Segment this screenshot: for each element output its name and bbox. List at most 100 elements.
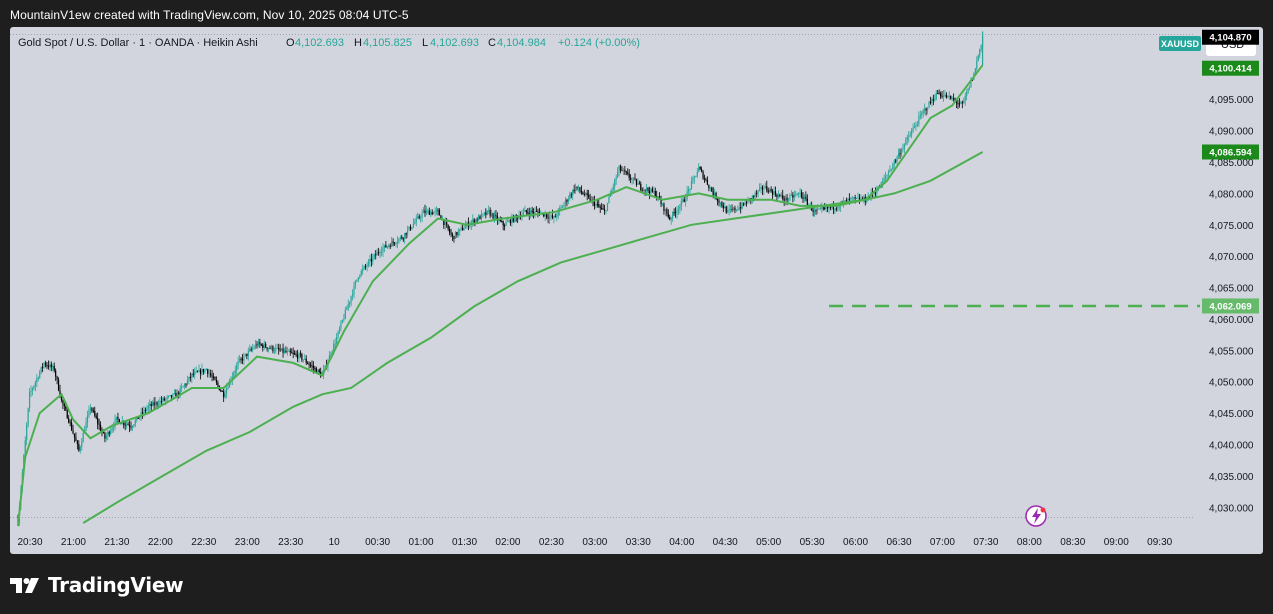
candle-body — [376, 252, 378, 256]
price-chart[interactable]: 4,095.000 4,090.000 4,085.000 4,080.000 4,07… — [10, 27, 1263, 554]
candle-body — [430, 212, 432, 215]
ohlc-open: 4,102.693 — [295, 37, 344, 49]
candle-body — [369, 258, 371, 262]
candle-body — [308, 363, 310, 365]
candle-body — [259, 342, 261, 345]
tradingview-brand[interactable]: TradingView — [10, 570, 184, 600]
candle-body — [314, 368, 316, 370]
candle-body — [307, 362, 309, 364]
candle-body — [637, 183, 639, 185]
candle-body — [50, 364, 52, 368]
candle-body — [743, 203, 745, 205]
candle-body — [919, 114, 921, 117]
candle-body — [964, 95, 966, 101]
candle-body — [941, 95, 943, 97]
x-tick-label: 04:30 — [713, 537, 738, 548]
candle-body — [488, 210, 490, 212]
candle-body — [157, 404, 160, 406]
candle-body — [170, 395, 173, 398]
candle-body — [757, 190, 759, 194]
x-tick-label: 22:00 — [148, 537, 173, 548]
candle-body — [304, 358, 306, 360]
candle-body — [153, 402, 155, 406]
candle-body — [388, 245, 390, 247]
candle-body — [544, 214, 546, 217]
candle-body — [931, 99, 933, 104]
candle-body — [418, 216, 420, 218]
candle-body — [583, 194, 585, 196]
candle-body — [46, 365, 48, 367]
ohlc-high: 4,105.825 — [363, 37, 412, 49]
candle-body — [221, 390, 223, 392]
candle-body — [522, 211, 525, 215]
candle-body — [908, 136, 910, 138]
lightning-icon[interactable] — [1025, 505, 1047, 527]
candle-body — [615, 177, 617, 180]
candle-body — [851, 197, 853, 199]
candle-body — [874, 192, 877, 194]
candle-body — [411, 227, 413, 230]
candle-body — [621, 170, 623, 172]
candle-body — [813, 210, 816, 212]
candle-body — [980, 44, 982, 50]
candle-body — [937, 92, 939, 94]
candle-body — [651, 188, 653, 192]
candle-body — [576, 186, 578, 188]
candle-body — [359, 275, 361, 278]
candle-body — [366, 265, 368, 267]
x-tick-label: 03:00 — [582, 537, 607, 548]
candle-body — [525, 210, 527, 213]
candle-body — [188, 376, 190, 381]
candle-body — [340, 322, 342, 329]
symbol-badge-text: XAUUSD — [1161, 39, 1200, 49]
candle-body — [427, 210, 429, 212]
candle-body — [606, 202, 609, 211]
candle-body — [963, 100, 965, 104]
candle-body — [731, 209, 733, 211]
candle-body — [415, 218, 417, 223]
candle-body — [404, 233, 406, 239]
candle-body — [398, 238, 400, 242]
candle-body — [444, 222, 446, 226]
candle-body — [546, 214, 548, 218]
candle-body — [477, 216, 480, 221]
x-tick-label: 06:00 — [843, 537, 868, 548]
candle-body — [882, 181, 884, 183]
candle-body — [438, 210, 441, 216]
candle-body — [480, 214, 483, 220]
candle-body — [802, 196, 804, 199]
candle-body — [133, 424, 135, 427]
candle-body — [645, 187, 648, 191]
candle-body — [527, 212, 529, 214]
candle-body — [787, 199, 790, 201]
candle-body — [351, 294, 354, 297]
candle-body — [650, 188, 652, 194]
candle-body — [367, 261, 370, 266]
candle-body — [143, 409, 145, 414]
x-tick-label: 02:30 — [539, 537, 564, 548]
x-tick-label: 22:30 — [191, 537, 216, 548]
ohlc-low: 4,102.693 — [430, 37, 479, 49]
candle-body — [977, 55, 979, 61]
y-tick-label: 4,095.000 — [1209, 95, 1254, 106]
candle-body — [634, 178, 636, 180]
time-axis: 20:30 21:00 21:30 22:00 22:30 23:00 23:30 10 00:… — [17, 537, 1172, 548]
candle-body — [365, 266, 367, 268]
candle-body — [895, 160, 897, 162]
chart-frame: 4,095.000 4,090.000 4,085.000 4,080.000 4,07… — [10, 27, 1263, 554]
candle-body — [491, 213, 493, 216]
candle-body — [186, 380, 189, 385]
candle-body — [338, 328, 341, 332]
candle-body — [934, 99, 936, 101]
candle-body — [837, 207, 839, 209]
x-tick-label: 06:30 — [886, 537, 911, 548]
candle-body — [773, 191, 775, 195]
candle-body — [211, 375, 213, 377]
candle-body — [399, 237, 401, 239]
candle-body — [682, 199, 684, 201]
candle-body — [115, 416, 118, 420]
candle-body — [699, 167, 701, 170]
price-label-dashed-line: 4,062.069 — [1202, 298, 1259, 314]
candle-body — [816, 209, 819, 211]
candle-body — [693, 176, 695, 179]
